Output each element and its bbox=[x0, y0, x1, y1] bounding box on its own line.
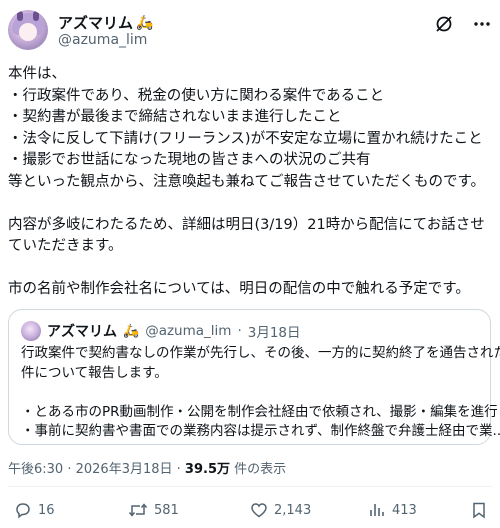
scooter-emoji: 🛵 bbox=[136, 14, 154, 31]
views-button[interactable]: 413 bbox=[368, 501, 417, 519]
quoted-date: 3月18日 bbox=[247, 325, 301, 341]
divider bbox=[8, 486, 492, 487]
action-bar: 16 581 2,143 413 bbox=[8, 496, 492, 524]
meta-separator: · bbox=[176, 462, 185, 477]
quoted-body: 行政案件で契約書なしの作業が先行し、その後、一方的に契約終了を通告された 件につ… bbox=[21, 344, 500, 442]
post-line: ・法令に反して下請け(フリーランス)が不安定な立場に置かれ続けたこと bbox=[8, 130, 483, 147]
view-count-label: 件の表示 bbox=[234, 462, 287, 477]
avatar-horn-right bbox=[33, 11, 39, 21]
header-actions bbox=[434, 14, 492, 34]
post-date[interactable]: 2026年3月18日 bbox=[76, 462, 173, 477]
quoted-line: 行政案件で契約書なしの作業が先行し、その後、一方的に契約終了を通告された bbox=[21, 345, 500, 361]
quoted-post-header: アズマリム 🛵 @azuma_lim · 3月18日 bbox=[21, 320, 478, 342]
quoted-separator: · bbox=[237, 323, 242, 339]
post-time[interactable]: 午後6:30 bbox=[8, 462, 63, 477]
author-name-line[interactable]: アズマリム 🛵 bbox=[58, 12, 153, 33]
repost-icon bbox=[128, 501, 148, 519]
like-count: 2,143 bbox=[274, 502, 312, 518]
reply-count: 16 bbox=[38, 502, 55, 518]
bookmark-button[interactable] bbox=[470, 501, 488, 519]
avatar-horn-left bbox=[17, 11, 23, 21]
quoted-post[interactable]: アズマリム 🛵 @azuma_lim · 3月18日 行政案件で契約書なしの作業… bbox=[8, 309, 500, 445]
quoted-scooter-emoji: 🛵 bbox=[123, 323, 140, 339]
quoted-handle: @azuma_lim bbox=[145, 323, 232, 339]
post-line: ていただきます。 bbox=[8, 238, 123, 254]
post-line: 本件は、 bbox=[8, 66, 66, 82]
meta-separator: · bbox=[67, 462, 76, 477]
author-handle[interactable]: @azuma_lim bbox=[58, 32, 147, 48]
post-line: ・契約書が最後まで締結されないまま進行したこと bbox=[8, 109, 342, 125]
quoted-avatar bbox=[21, 321, 41, 341]
views-count: 413 bbox=[392, 502, 417, 518]
repost-count: 581 bbox=[154, 502, 179, 518]
reply-button[interactable]: 16 bbox=[14, 501, 55, 519]
author-display-name[interactable]: アズマリム bbox=[58, 12, 133, 33]
quoted-display-name: アズマリム bbox=[47, 324, 117, 340]
reply-icon bbox=[14, 501, 32, 519]
grok-icon[interactable] bbox=[434, 14, 454, 34]
like-icon bbox=[250, 501, 268, 519]
post-line: 等といった観点から、注意喚起も兼ねてご報告させていただくものです。 bbox=[8, 173, 486, 190]
repost-button[interactable]: 581 bbox=[128, 501, 179, 519]
post-body: 本件は、 ・行政案件であり、税金の使い方に関わる案件であること ・契約書が最後ま… bbox=[8, 64, 494, 301]
views-icon bbox=[368, 501, 386, 519]
bookmark-icon bbox=[470, 501, 488, 519]
post-line: 内容が多岐にわたるため、詳細は明日(3/19）21時から配信にてお話させ bbox=[8, 216, 485, 233]
post-line: ・行政案件であり、税金の使い方に関わる案件であること bbox=[8, 87, 385, 104]
quoted-line: 件について報告します。 bbox=[21, 364, 168, 381]
avatar-face bbox=[19, 23, 37, 41]
quoted-line: ・とある市のPR動画制作・公開を制作会社経由で依頼され、撮影・編集を進行 bbox=[21, 403, 498, 420]
post-line: 市の名前や制作会社名については、明日の配信の中で触れる予定です。 bbox=[8, 281, 470, 297]
more-icon[interactable] bbox=[472, 14, 492, 34]
view-count: 39.5万 bbox=[184, 462, 230, 477]
avatar[interactable] bbox=[8, 10, 48, 50]
like-button[interactable]: 2,143 bbox=[250, 501, 311, 519]
post-meta: 午後6:30 · 2026年3月18日 · 39.5万 件の表示 bbox=[8, 458, 286, 477]
quoted-line: ・事前に契約書や書面での業務内容は提示されず、制作終盤で弁護士経由で業... bbox=[21, 423, 500, 439]
post-header: アズマリム 🛵 @azuma_lim bbox=[8, 8, 492, 52]
post-line: ・撮影でお世話になった現地の皆さまへの状況のご共有 bbox=[8, 152, 371, 168]
